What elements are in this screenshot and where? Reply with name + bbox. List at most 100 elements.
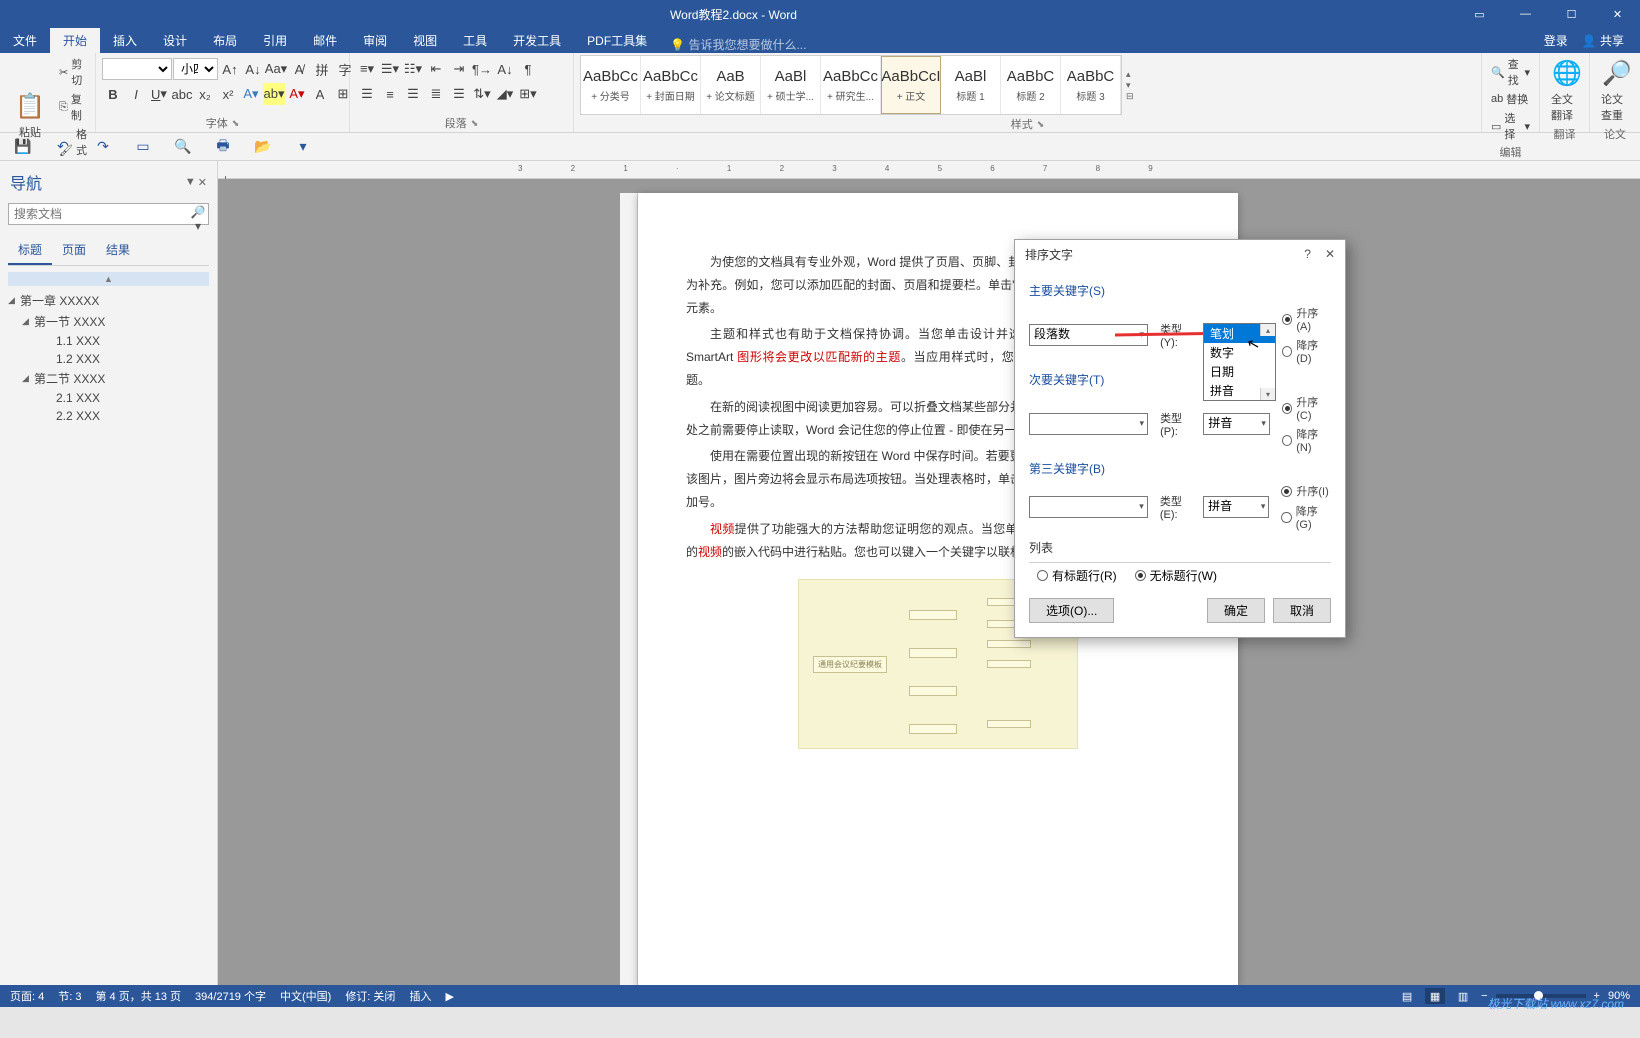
ltr-icon[interactable]: ¶→ xyxy=(471,58,493,80)
strike-icon[interactable]: abc xyxy=(171,83,193,105)
font-size-select[interactable]: 小四 xyxy=(173,58,218,80)
tree-item[interactable]: 1.2 XXX xyxy=(4,350,213,368)
shrink-font-icon[interactable]: A↓ xyxy=(242,58,264,80)
status-section[interactable]: 节: 3 xyxy=(58,988,81,1004)
status-page[interactable]: 页面: 4 xyxy=(10,988,44,1004)
style-item[interactable]: AaBl+ 硕士学... xyxy=(761,56,821,114)
primary-sortby-select[interactable]: 段落数▾ xyxy=(1029,324,1148,346)
tree-item[interactable]: 2.2 XXX xyxy=(4,407,213,425)
indent-inc-icon[interactable]: ⇥ xyxy=(448,58,470,80)
horizontal-ruler[interactable]: L 3 2 1 · 1 2 3 4 5 6 7 8 9 xyxy=(218,161,1640,179)
tree-item[interactable]: ◢第一章 XXXXX xyxy=(4,290,213,311)
style-scroll-down[interactable]: ▾ xyxy=(1126,80,1134,91)
primary-asc-radio[interactable]: 升序(A) xyxy=(1282,305,1331,333)
style-item[interactable]: AaBbC标题 2 xyxy=(1001,56,1061,114)
subscript-icon[interactable]: x₂ xyxy=(194,83,216,105)
share-button[interactable]: 👤 共享 xyxy=(1582,32,1624,49)
search-input[interactable] xyxy=(8,203,209,225)
undo-icon[interactable]: ↶ xyxy=(54,138,72,156)
tab-file[interactable]: 文件 xyxy=(0,28,50,53)
tree-item[interactable]: 1.1 XXX xyxy=(4,332,213,350)
cut-button[interactable]: ✂剪切 xyxy=(56,55,90,89)
style-item[interactable]: AaBbCc+ 分类号 xyxy=(581,56,641,114)
ok-button[interactable]: 确定 xyxy=(1207,598,1265,623)
tab-home[interactable]: 开始 xyxy=(50,28,100,53)
align-center-icon[interactable]: ≡ xyxy=(379,83,401,105)
header-row-radio[interactable]: 有标题行(R) xyxy=(1037,567,1117,584)
close-window-button[interactable]: ✕ xyxy=(1595,0,1640,28)
paste-button[interactable]: 📋 粘贴 xyxy=(6,87,54,143)
status-language[interactable]: 中文(中国) xyxy=(280,988,331,1004)
style-item[interactable]: AaB+ 论文标题 xyxy=(701,56,761,114)
copy-button[interactable]: ⎘复制 xyxy=(56,90,90,124)
align-right-icon[interactable]: ☰ xyxy=(402,83,424,105)
maximize-button[interactable]: ☐ xyxy=(1549,0,1594,28)
tab-mailings[interactable]: 邮件 xyxy=(300,28,350,53)
secondary-sortby-select[interactable]: ▾ xyxy=(1029,413,1148,435)
paragraph-launcher[interactable]: ⬊ xyxy=(471,118,479,129)
primary-desc-radio[interactable]: 降序(D) xyxy=(1282,337,1331,365)
bullets-icon[interactable]: ≡▾ xyxy=(356,58,378,80)
superscript-icon[interactable]: x² xyxy=(217,83,239,105)
tab-layout[interactable]: 布局 xyxy=(200,28,250,53)
borders-icon[interactable]: ⊞▾ xyxy=(517,83,539,105)
bold-icon[interactable]: B xyxy=(102,83,124,105)
tab-insert[interactable]: 插入 xyxy=(100,28,150,53)
tree-item[interactable]: ◢第二节 XXXX xyxy=(4,368,213,389)
status-page-pos[interactable]: 第 4 页，共 13 页 xyxy=(95,988,181,1004)
font-launcher[interactable]: ⬊ xyxy=(232,118,240,129)
tab-pdf[interactable]: PDF工具集 xyxy=(574,28,660,53)
secondary-desc-radio[interactable]: 降序(N) xyxy=(1282,426,1331,454)
styles-launcher[interactable]: ⬊ xyxy=(1037,119,1045,130)
style-item[interactable]: AaBbCc+ 封面日期 xyxy=(641,56,701,114)
phonetic-icon[interactable]: 拼 xyxy=(311,58,333,80)
nav-tab-pages[interactable]: 页面 xyxy=(52,236,96,265)
show-marks-icon[interactable]: ¶ xyxy=(517,58,539,80)
dialog-help-icon[interactable]: ? xyxy=(1304,247,1311,261)
save-icon[interactable]: 💾 xyxy=(14,138,32,156)
style-item[interactable]: AaBl标题 1 xyxy=(941,56,1001,114)
line-spacing-icon[interactable]: ⇅▾ xyxy=(471,83,493,105)
highlight-icon[interactable]: ab▾ xyxy=(263,83,285,105)
grow-font-icon[interactable]: A↑ xyxy=(219,58,241,80)
dropdown-scroll-up[interactable]: ▴ xyxy=(1260,324,1275,336)
customize-icon[interactable]: ▾ xyxy=(294,138,312,156)
read-mode-icon[interactable]: ▤ xyxy=(1397,988,1417,1004)
justify-icon[interactable]: ≣ xyxy=(425,83,447,105)
change-case-icon[interactable]: Aa▾ xyxy=(265,58,287,80)
select-button[interactable]: ▭选择▾ xyxy=(1488,109,1533,143)
options-button[interactable]: 选项(O)... xyxy=(1029,598,1114,623)
vertical-ruler[interactable] xyxy=(620,193,638,985)
redo-icon[interactable]: ↷ xyxy=(94,138,112,156)
dropdown-item-date[interactable]: 日期 xyxy=(1204,362,1275,381)
nav-tab-results[interactable]: 结果 xyxy=(96,236,140,265)
web-layout-icon[interactable]: ▥ xyxy=(1453,988,1473,1004)
search-icon[interactable]: 🔎▾ xyxy=(189,205,207,233)
find-button[interactable]: 🔍查找▾ xyxy=(1488,55,1533,89)
print-icon[interactable]: 🖶 xyxy=(214,138,232,156)
dropdown-item-number[interactable]: 数字 xyxy=(1204,343,1275,362)
login-button[interactable]: 登录 xyxy=(1544,32,1568,49)
tree-item[interactable]: 2.1 XXX xyxy=(4,389,213,407)
dropdown-scroll-down[interactable]: ▾ xyxy=(1260,388,1275,400)
nav-close-icon[interactable]: ✕ xyxy=(198,176,207,189)
print-layout-icon[interactable]: ▦ xyxy=(1425,988,1445,1004)
underline-icon[interactable]: U▾ xyxy=(148,83,170,105)
minimize-button[interactable]: — xyxy=(1503,0,1548,28)
shading-icon[interactable]: ◢▾ xyxy=(494,83,516,105)
document-canvas[interactable]: 为使您的文档具有专业外观，Word 提供了页眉、页脚、封面和文本框设计，这些设计… xyxy=(218,179,1640,985)
dialog-close-icon[interactable]: ✕ xyxy=(1325,247,1335,261)
align-left-icon[interactable]: ☰ xyxy=(356,83,378,105)
cancel-button[interactable]: 取消 xyxy=(1273,598,1331,623)
nav-tab-headings[interactable]: 标题 xyxy=(8,236,52,265)
new-icon[interactable]: ▭ xyxy=(134,138,152,156)
style-item[interactable]: AaBbCc+ 研究生... xyxy=(821,56,881,114)
status-insert[interactable]: 插入 xyxy=(409,988,431,1004)
status-macro-icon[interactable]: ▶ xyxy=(445,990,453,1003)
status-word-count[interactable]: 394/2719 个字 xyxy=(195,988,266,1004)
distribute-icon[interactable]: ☰ xyxy=(448,83,470,105)
tab-view[interactable]: 视图 xyxy=(400,28,450,53)
multilevel-icon[interactable]: ☷▾ xyxy=(402,58,424,80)
translate-button[interactable]: 🌐全文翻译 xyxy=(1546,55,1588,125)
tab-references[interactable]: 引用 xyxy=(250,28,300,53)
